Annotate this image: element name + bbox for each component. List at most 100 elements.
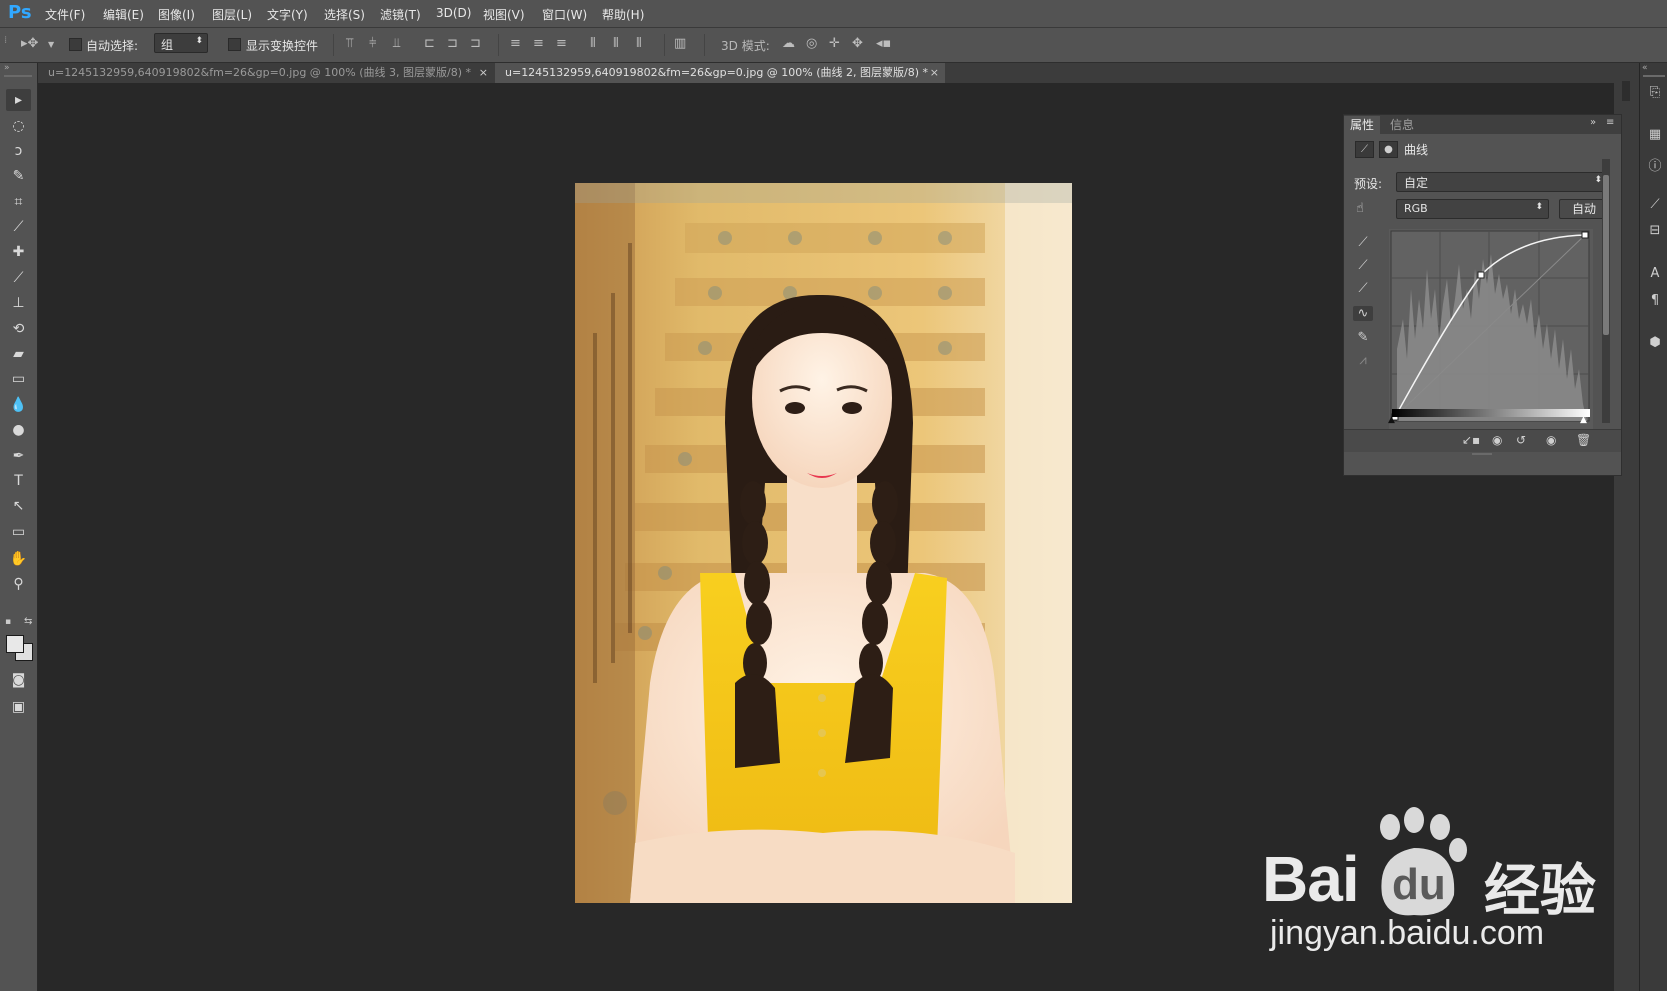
white-slider-icon[interactable]: ▲ bbox=[1580, 415, 1587, 425]
menu-filter[interactable]: 滤镜(T) bbox=[380, 6, 421, 23]
eyedropper-tool-icon[interactable]: ⟋ bbox=[6, 216, 31, 238]
photo-image bbox=[575, 183, 1072, 903]
blur-tool-icon[interactable]: 💧 bbox=[6, 394, 31, 416]
clip-to-layer-icon[interactable]: ↙▪ bbox=[1462, 433, 1480, 447]
align-left-icon[interactable]: ⊏ bbox=[424, 37, 435, 51]
paragraph-panel-icon[interactable]: ¶ bbox=[1646, 293, 1664, 311]
menu-file[interactable]: 文件(F) bbox=[45, 6, 85, 23]
document-canvas[interactable] bbox=[575, 183, 1072, 903]
swap-colors-icon[interactable]: ⇆ bbox=[24, 616, 32, 627]
target-adjust-hand-icon[interactable]: ☝ bbox=[1356, 201, 1364, 216]
history-brush-icon[interactable]: ⟲ bbox=[6, 318, 31, 340]
menu-type[interactable]: 文字(Y) bbox=[267, 6, 308, 23]
move-tool-icon[interactable]: ▸ bbox=[6, 89, 31, 111]
reset-icon[interactable]: ↺ bbox=[1516, 433, 1526, 447]
auto-select-dropdown[interactable]: 组 ⬍ bbox=[154, 33, 208, 53]
brush-tool-icon[interactable]: ⟋ bbox=[6, 267, 31, 289]
menu-3d[interactable]: 3D(D) bbox=[436, 6, 471, 20]
move-tool-icon[interactable]: ▸✥ bbox=[21, 37, 38, 51]
black-slider-icon[interactable]: ▲ bbox=[1388, 415, 1395, 425]
trash-icon[interactable]: 🗑 bbox=[1576, 433, 1591, 447]
layer-mask-icon[interactable]: ● bbox=[1379, 141, 1398, 158]
curves-graph[interactable] bbox=[1389, 229, 1593, 429]
distribute-top-icon[interactable]: ≡ bbox=[510, 37, 521, 51]
3d-slide-icon[interactable]: ✥ bbox=[852, 37, 863, 51]
menu-edit[interactable]: 编辑(E) bbox=[103, 6, 144, 23]
distribute-left-icon[interactable]: ⦀ bbox=[590, 37, 596, 51]
type-tool-icon[interactable]: T bbox=[6, 470, 31, 492]
eraser-tool-icon[interactable]: ▰ bbox=[6, 343, 31, 365]
marquee-tool-icon[interactable]: ◌ bbox=[6, 115, 31, 137]
info-panel-icon[interactable]: ⓘ bbox=[1646, 155, 1664, 174]
white-point-eyedropper-icon[interactable]: ⟋ bbox=[1353, 281, 1373, 296]
align-vcenter-icon[interactable]: ⫩ bbox=[369, 37, 376, 51]
distribute-bottom-icon[interactable]: ≡ bbox=[556, 37, 567, 51]
panel-collapse-icon[interactable]: » bbox=[1590, 117, 1596, 128]
menu-layer[interactable]: 图层(L) bbox=[212, 6, 252, 23]
panel-scrollbar[interactable] bbox=[1602, 159, 1610, 423]
align-hcenter-icon[interactable]: ⊐ bbox=[447, 37, 458, 51]
gradient-tool-icon[interactable]: ▭ bbox=[6, 368, 31, 390]
distribute-right-icon[interactable]: ⦀ bbox=[636, 37, 642, 51]
path-select-icon[interactable]: ↖ bbox=[6, 495, 31, 517]
document-tab[interactable]: u=1245132959,640919802&fm=26&gp=0.jpg @ … bbox=[38, 63, 494, 83]
hand-tool-icon[interactable]: ✋ bbox=[6, 548, 31, 570]
black-point-eyedropper-icon[interactable]: ⟋ bbox=[1353, 235, 1373, 250]
foreground-color-swatch[interactable] bbox=[6, 635, 24, 653]
channel-dropdown[interactable]: RGB ⬍ bbox=[1396, 199, 1549, 219]
3d-drag-icon[interactable]: ✛ bbox=[829, 37, 840, 51]
auto-align-icon[interactable]: ▥ bbox=[674, 37, 686, 51]
menu-view[interactable]: 视图(V) bbox=[483, 6, 525, 23]
3d-rotate-icon[interactable]: ☁ bbox=[782, 37, 795, 51]
distribute-hcenter-icon[interactable]: ⦀ bbox=[613, 37, 619, 51]
close-icon[interactable]: × bbox=[930, 63, 939, 83]
3d-roll-icon[interactable]: ◎ bbox=[806, 37, 817, 51]
align-bottom-icon[interactable]: ⫫ bbox=[393, 37, 400, 51]
dodge-tool-icon[interactable]: ● bbox=[6, 419, 31, 441]
align-top-icon[interactable]: ⫪ bbox=[346, 37, 353, 51]
collapse-icon[interactable]: « bbox=[1642, 63, 1648, 73]
screen-mode-icon[interactable]: ▣ bbox=[6, 696, 31, 718]
show-transform-checkbox[interactable] bbox=[228, 38, 241, 51]
distribute-vcenter-icon[interactable]: ≡ bbox=[533, 37, 544, 51]
curve-point-tool-icon[interactable]: ∿ bbox=[1353, 306, 1373, 321]
crop-tool-icon[interactable]: ⌗ bbox=[6, 191, 31, 213]
preset-dropdown[interactable]: 自定 ⬍ bbox=[1396, 172, 1608, 192]
gray-point-eyedropper-icon[interactable]: ⟋ bbox=[1353, 258, 1373, 273]
brush-panel-icon[interactable]: ⟋ bbox=[1646, 197, 1664, 215]
menu-select[interactable]: 选择(S) bbox=[324, 6, 365, 23]
close-icon[interactable]: × bbox=[479, 63, 488, 83]
quick-select-tool-icon[interactable]: ✎ bbox=[6, 165, 31, 187]
adjustments-panel-icon[interactable]: ⊟ bbox=[1646, 223, 1664, 241]
lasso-tool-icon[interactable]: ↄ bbox=[6, 140, 31, 162]
3d-panel-icon[interactable]: ⬢ bbox=[1646, 335, 1664, 353]
document-tab-active[interactable]: u=1245132959,640919802&fm=26&gp=0.jpg @ … bbox=[495, 63, 945, 83]
3d-scale-icon[interactable]: ◂▪ bbox=[876, 37, 891, 51]
clone-stamp-icon[interactable]: ⊥ bbox=[6, 292, 31, 314]
healing-brush-icon[interactable]: ✚ bbox=[6, 241, 31, 263]
properties-panel-icon[interactable]: ▦ bbox=[1646, 127, 1664, 145]
history-panel-icon[interactable]: ⎘ bbox=[1646, 85, 1664, 103]
character-panel-icon[interactable]: A bbox=[1646, 266, 1664, 284]
menu-help[interactable]: 帮助(H) bbox=[602, 6, 644, 23]
zoom-tool-icon[interactable]: ⚲ bbox=[6, 573, 31, 595]
chevron-down-icon[interactable]: ▼ bbox=[48, 38, 54, 52]
visibility-eye-icon[interactable]: ◉ bbox=[1546, 433, 1556, 447]
panel-menu-icon[interactable]: ≡ bbox=[1606, 117, 1614, 128]
pen-tool-icon[interactable]: ✒ bbox=[6, 445, 31, 467]
quick-mask-icon[interactable]: ◙ bbox=[6, 669, 31, 691]
smooth-curve-icon[interactable]: ⩘ bbox=[1353, 353, 1373, 368]
view-previous-state-icon[interactable]: ◉ bbox=[1492, 433, 1502, 447]
menu-window[interactable]: 窗口(W) bbox=[542, 6, 587, 23]
rectangle-tool-icon[interactable]: ▭ bbox=[6, 521, 31, 543]
menu-image[interactable]: 图像(I) bbox=[158, 6, 195, 23]
pencil-draw-icon[interactable]: ✎ bbox=[1353, 330, 1373, 345]
default-colors-icon[interactable]: ▪ bbox=[5, 617, 11, 627]
tab-info[interactable]: 信息 bbox=[1384, 116, 1420, 134]
scrollbar-thumb[interactable] bbox=[1603, 175, 1609, 335]
panel-resize-grip[interactable] bbox=[1472, 453, 1492, 455]
auto-select-checkbox[interactable] bbox=[69, 38, 82, 51]
tab-properties[interactable]: 属性 bbox=[1344, 116, 1381, 134]
align-right-icon[interactable]: ⊐ bbox=[470, 37, 481, 51]
collapse-icon[interactable]: » bbox=[4, 63, 10, 73]
